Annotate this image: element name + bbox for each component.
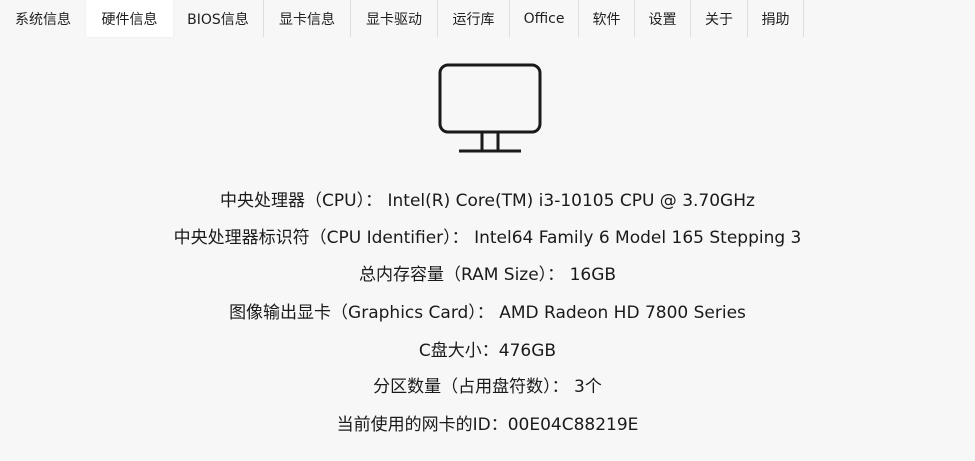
tab-settings[interactable]: 设置 [634,0,690,37]
tab-bios-info[interactable]: BIOS信息 [173,0,263,37]
tab-about[interactable]: 关于 [690,0,747,37]
tab-office[interactable]: Office [509,0,578,37]
cpu-info: 中央处理器（CPU）： Intel(R) Core(TM) i3-10105 C… [220,191,755,211]
tab-hardware-info[interactable]: 硬件信息 [86,0,173,37]
partition-count-info: 分区数量（占用盘符数）： 3个 [373,377,602,397]
tab-gpu-driver[interactable]: 显卡驱动 [350,0,437,37]
cpu-identifier-info: 中央处理器标识符（CPU Identifier）： Intel64 Family… [173,228,802,248]
ram-size-info: 总内存容量（RAM Size）： 16GB [358,265,617,285]
network-adapter-id-info: 当前使用的网卡的ID：00E04C88219E [336,415,639,435]
tab-runtime[interactable]: 运行库 [437,0,509,37]
tab-bar: 系统信息 硬件信息 BIOS信息 显卡信息 显卡驱动 运行库 Office 软件… [0,0,804,37]
monitor-icon [438,63,542,153]
tab-software[interactable]: 软件 [578,0,634,37]
c-drive-size-info: C盘大小：476GB [418,341,557,361]
graphics-card-info: 图像输出显卡（Graphics Card）： AMD Radeon HD 780… [229,303,746,323]
tab-gpu-info[interactable]: 显卡信息 [263,0,350,37]
tab-system-info[interactable]: 系统信息 [0,0,86,37]
tab-donate[interactable]: 捐助 [747,0,804,37]
